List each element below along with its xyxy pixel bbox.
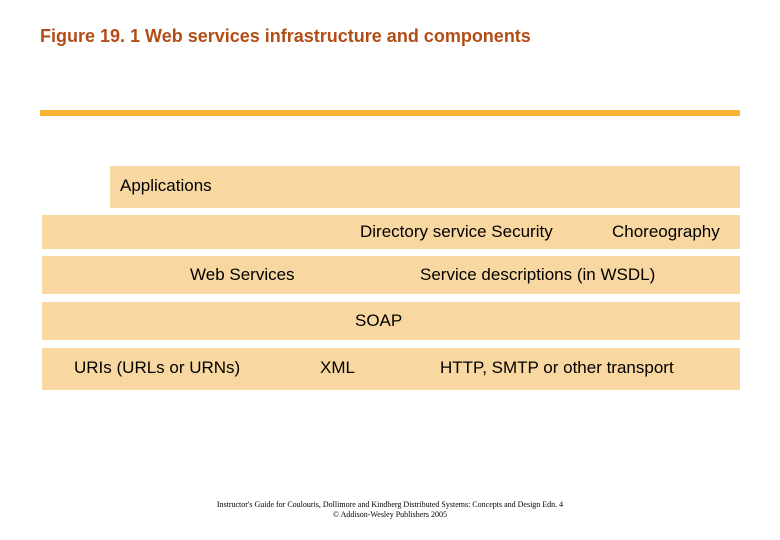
label-xml: XML	[320, 358, 355, 378]
footer-line-2: © Addison-Wesley Publishers 2005	[0, 510, 780, 520]
label-service-descriptions: Service descriptions (in WSDL)	[420, 265, 655, 285]
label-uris: URIs (URLs or URNs)	[74, 358, 240, 378]
title-underline	[40, 110, 740, 116]
footer: Instructor's Guide for Coulouris, Dollim…	[0, 500, 780, 519]
label-soap: SOAP	[355, 311, 402, 331]
footer-line-1: Instructor's Guide for Coulouris, Dollim…	[0, 500, 780, 510]
label-http: HTTP, SMTP or other transport	[440, 358, 674, 378]
label-web-services: Web Services	[190, 265, 295, 285]
figure-title: Figure 19. 1 Web services infrastructure…	[40, 26, 531, 47]
label-choreography: Choreography	[612, 222, 720, 242]
label-applications: Applications	[120, 176, 212, 196]
label-directory-security: Directory service Security	[360, 222, 553, 242]
slide: Figure 19. 1 Web services infrastructure…	[0, 0, 780, 540]
